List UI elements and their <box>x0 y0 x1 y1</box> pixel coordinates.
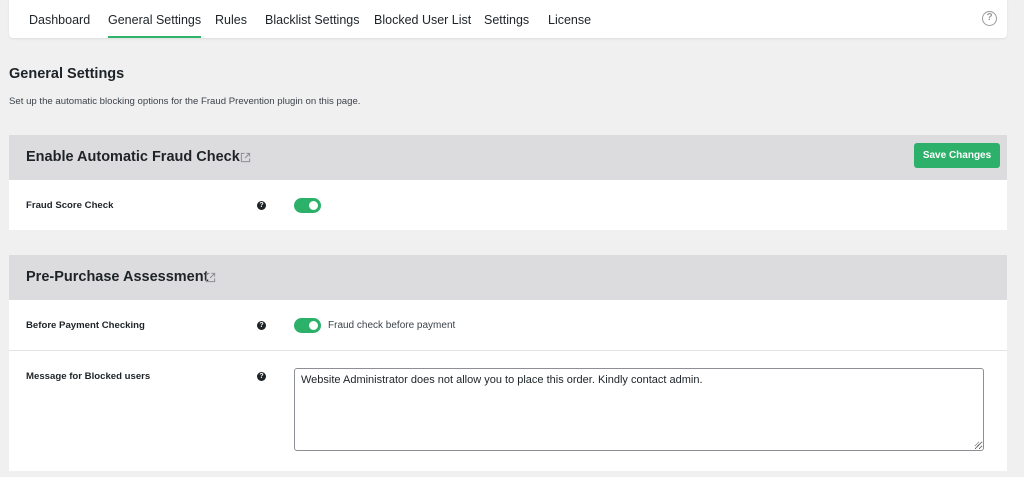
tooltip-question-icon[interactable]: ? <box>257 321 266 330</box>
section-title: Enable Automatic Fraud Check <box>26 149 240 165</box>
before-payment-checking-toggle[interactable] <box>294 318 321 333</box>
nav-tab-settings[interactable]: Settings <box>484 13 529 38</box>
tooltip-question-icon[interactable]: ? <box>257 201 266 210</box>
section-header-pre-purchase-assessment: Pre-Purchase Assessment <box>9 255 1007 300</box>
page-description: Set up the automatic blocking options fo… <box>9 96 361 107</box>
nav-tab-general-settings[interactable]: General Settings <box>108 13 202 38</box>
nav-tab-blacklist-settings[interactable]: Blacklist Settings <box>265 13 359 38</box>
setting-label: Fraud Score Check <box>26 200 114 211</box>
setting-label: Before Payment Checking <box>26 320 145 331</box>
resize-handle-icon[interactable] <box>973 440 980 447</box>
setting-row-fraud-score-check: Fraud Score Check ? <box>9 180 1007 230</box>
setting-row-message-for-blocked-users: Message for Blocked users ? Website Admi… <box>9 351 1007 471</box>
blocked-message-text: Website Administrator does not allow you… <box>301 374 703 386</box>
setting-row-before-payment-checking: Before Payment Checking ? Fraud check be… <box>9 300 1007 350</box>
section-header-automatic-fraud-check: Enable Automatic Fraud Check Save Change… <box>9 135 1007 180</box>
nav-tab-rules[interactable]: Rules <box>215 13 247 38</box>
top-nav: Dashboard General Settings Rules Blackli… <box>9 0 1007 38</box>
toggle-knob <box>309 201 318 210</box>
section-title: Pre-Purchase Assessment <box>26 269 209 285</box>
tooltip-question-icon[interactable]: ? <box>257 372 266 381</box>
nav-tab-license[interactable]: License <box>548 13 591 38</box>
page-title: General Settings <box>9 66 125 82</box>
toggle-knob <box>309 321 318 330</box>
external-link-icon[interactable] <box>240 152 251 163</box>
setting-label: Message for Blocked users <box>26 371 151 382</box>
external-link-icon[interactable] <box>205 272 216 283</box>
question-circle-icon[interactable]: ? <box>982 11 997 26</box>
nav-tab-dashboard[interactable]: Dashboard <box>29 13 90 38</box>
toggle-description: Fraud check before payment <box>328 320 456 331</box>
save-changes-button[interactable]: Save Changes <box>914 143 1000 168</box>
fraud-score-check-toggle[interactable] <box>294 198 321 213</box>
blocked-message-textarea[interactable]: Website Administrator does not allow you… <box>294 368 984 451</box>
nav-tab-blocked-user-list[interactable]: Blocked User List <box>374 13 471 38</box>
